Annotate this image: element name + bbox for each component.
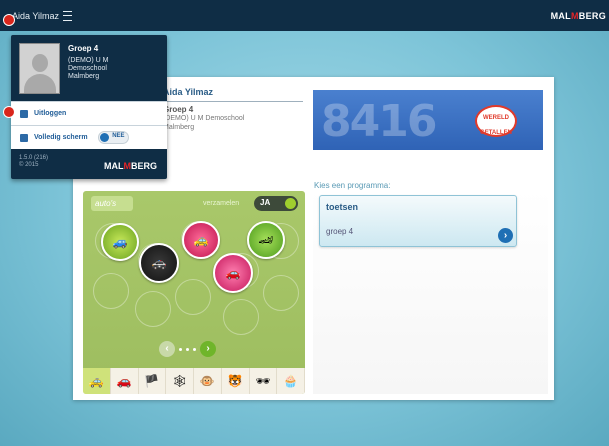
badge-slot	[223, 299, 259, 335]
category-flag-icon[interactable]: 🏴	[139, 368, 167, 394]
badge-slot	[175, 279, 211, 315]
car-badge-monster-truck[interactable]: 🚓	[139, 243, 179, 283]
category-glasses-icon[interactable]: 🕶	[250, 368, 278, 394]
collect-label: verzamelen	[203, 200, 240, 207]
program-subtitle: groep 4	[326, 227, 354, 236]
avatar	[19, 43, 60, 94]
version-info: 1.5.0 (216) © 2015	[19, 155, 49, 168]
banner-numbers: 8416	[321, 96, 437, 147]
hamburger-icon	[63, 11, 73, 21]
program-heading: Kies een programma:	[314, 181, 391, 190]
category-cars-icon[interactable]: 🚕	[83, 368, 111, 394]
category-monkey-icon[interactable]: 🐵	[194, 368, 222, 394]
car-badge-pink-car[interactable]: 🚗	[213, 253, 253, 293]
collection-board: auto's verzamelen JA 🚙 🚓 🚕 🚗 🏎 ‹ › 🚕 🚗 🏴…	[83, 191, 305, 394]
badge-slot	[135, 291, 171, 327]
pager-next-button[interactable]: ›	[200, 341, 216, 357]
category-web-icon[interactable]: 🕸	[166, 368, 194, 394]
car-badge-yellow-truck[interactable]: 🚙	[101, 223, 139, 261]
pager: ‹ ›	[159, 341, 216, 357]
car-badge-green-car[interactable]: 🏎	[247, 221, 285, 259]
profile-name: Aida Yilmaz	[163, 87, 303, 102]
top-bar: Aida Yilmaz MALMBERG	[0, 0, 609, 31]
collect-toggle[interactable]: JA	[254, 196, 298, 211]
user-menu-button[interactable]: Aida Yilmaz	[12, 8, 73, 24]
menu-group: Groep 4	[68, 44, 99, 53]
category-tiger-icon[interactable]: 🐯	[222, 368, 250, 394]
menu-school: (DEMO) U M Demoschool Malmberg	[68, 57, 109, 80]
car-badge-taxi[interactable]: 🚕	[182, 221, 220, 259]
program-title: toetsen	[326, 202, 359, 212]
wereld-logo: WERELD GETALLEN	[475, 105, 517, 137]
profile-info: Aida Yilmaz Groep 4 (DEMO) U M Demoschoo…	[163, 87, 303, 132]
pager-dot	[186, 347, 189, 351]
category-red-car-icon[interactable]: 🚗	[111, 368, 139, 394]
program-open-arrow-icon[interactable]: ›	[498, 228, 513, 243]
category-cupcake-icon[interactable]: 🧁	[277, 368, 305, 394]
fullscreen-toggle[interactable]: NEE	[97, 131, 129, 144]
annotation-marker	[3, 14, 15, 26]
category-strip: 🚕 🚗 🏴 🕸 🐵 🐯 🕶 🧁	[83, 368, 305, 394]
badge-slot	[93, 273, 129, 309]
user-dropdown-menu: Groep 4 (DEMO) U M Demoschool Malmberg U…	[11, 35, 167, 179]
annotation-marker	[3, 106, 15, 118]
pager-prev-button[interactable]: ‹	[159, 341, 175, 357]
logout-icon	[20, 109, 28, 118]
badge-slot	[263, 275, 299, 311]
profile-group: Groep 4	[163, 105, 194, 114]
pager-dot	[193, 347, 196, 351]
fullscreen-row[interactable]: Volledig scherm NEE	[11, 125, 167, 149]
fullscreen-icon	[20, 133, 28, 142]
logout-button[interactable]: Uitloggen	[11, 101, 167, 125]
user-name: Aida Yilmaz	[12, 11, 60, 21]
pager-dot	[179, 347, 182, 351]
profile-school: (DEMO) U M Demoschool Malmberg	[163, 115, 245, 131]
program-card-toetsen[interactable]: toetsen groep 4 ›	[319, 195, 517, 247]
brand-logo: MALMBERG	[550, 11, 606, 21]
malmberg-logo: MALMBERG	[103, 161, 157, 171]
wereld-in-getallen-banner: 8416 WERELD GETALLEN	[313, 90, 543, 150]
collection-category-tag[interactable]: auto's	[91, 196, 133, 211]
